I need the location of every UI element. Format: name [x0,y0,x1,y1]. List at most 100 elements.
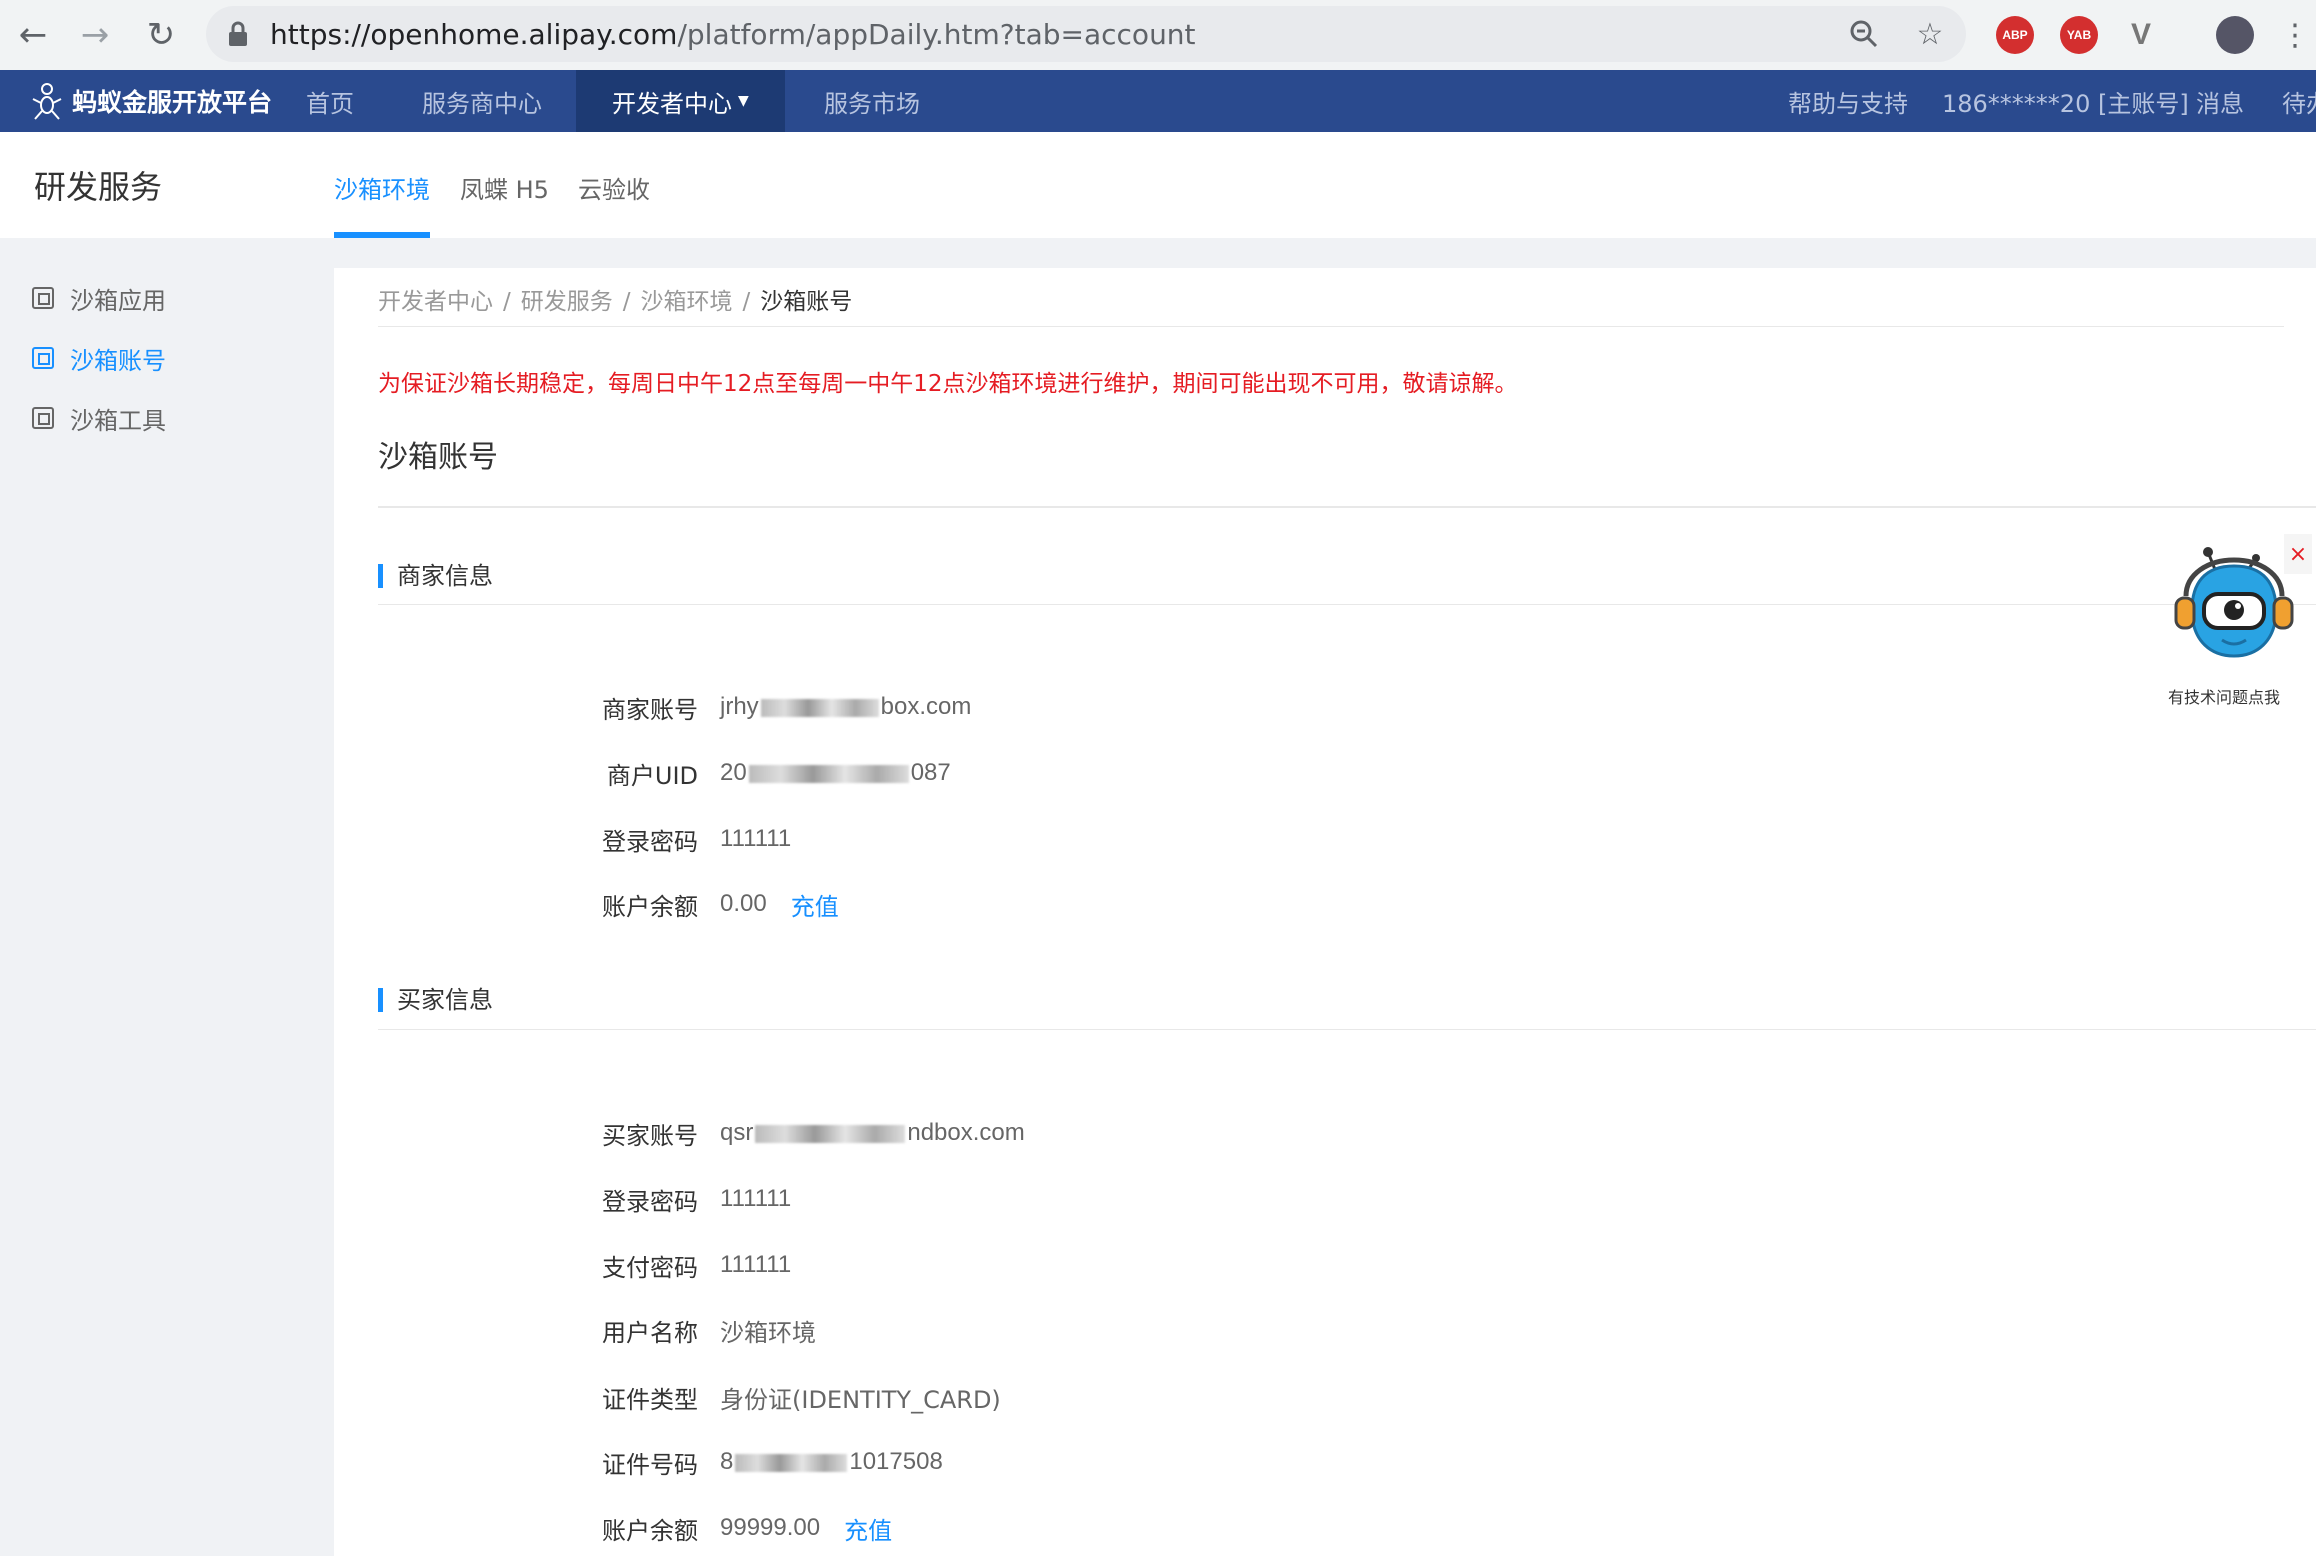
nav-todo[interactable]: 待办 [2282,70,2316,132]
field-label: 登录密码 [602,1187,698,1216]
value-suffix: 087 [910,759,951,786]
value-prefix: qsr [720,1119,754,1146]
redacted-text [760,698,879,717]
nav-home[interactable]: 首页 [306,70,354,132]
field-label: 商家账号 [602,695,698,724]
nav-messages[interactable]: 消息 [2196,70,2244,132]
profile-avatar[interactable] [2216,16,2254,54]
address-bar[interactable]: https://openhome.alipay.com/platform/app… [206,6,1966,62]
buyer-id-number-row: 证件号码 8 1017508 [334,1444,943,1480]
value-prefix: 20 [720,759,747,786]
merchant-password-value: 111111 [720,825,792,852]
app-icon [32,287,54,309]
value-suffix: ndbox.com [907,1119,1025,1146]
adblock-extension-icon[interactable]: ABP [1996,16,2034,54]
breadcrumb: 开发者中心 / 研发服务 / 沙箱环境 / 沙箱账号 [378,282,852,316]
page-title: 沙箱账号 [378,440,498,475]
breadcrumb-developer-center[interactable]: 开发者中心 [378,289,493,315]
merchant-account-value: jrhy box.com [720,693,971,721]
buyer-account-value: qsr ndbox.com [720,1119,1025,1147]
merchant-uid-row: 商户UID 20 087 [334,755,951,791]
ant-logo-icon [32,83,62,120]
platform-logo[interactable]: 蚂蚁金服开放平台 [30,70,272,132]
sidebar-item-sandbox-app[interactable]: 沙箱应用 [32,278,166,318]
back-arrow-icon[interactable]: ← [8,10,58,60]
browser-menu-icon[interactable]: ⋮ [2270,10,2316,60]
buyer-section-title: 买家信息 [378,988,493,1012]
bookmark-star-icon[interactable]: ☆ [1912,16,1948,52]
merchant-account-row: 商家账号 jrhy box.com [334,689,971,725]
caret-down-icon: ▼ [738,93,749,109]
account-icon [32,347,54,369]
merchant-recharge-link[interactable]: 充值 [791,887,839,922]
tools-icon [32,407,54,429]
divider [378,326,2284,327]
top-navigation: 蚂蚁金服开放平台 首页 服务商中心 开发者中心 ▼ 服务市场 帮助与支持 186… [0,70,2316,132]
yab-extension-icon[interactable]: YAB [2060,16,2098,54]
breadcrumb-rd-service[interactable]: 研发服务 [521,289,613,315]
merchant-section-title: 商家信息 [378,564,493,588]
tab-sandbox-env[interactable]: 沙箱环境 [334,170,430,205]
active-tab-indicator [334,232,430,238]
breadcrumb-sandbox-env[interactable]: 沙箱环境 [641,289,733,315]
main-content: 开发者中心 / 研发服务 / 沙箱环境 / 沙箱账号 为保证沙箱长期稳定，每周日中午12点至… [334,268,2316,1556]
section-title: 研发服务 [34,168,163,206]
redacted-text [748,764,909,783]
sidebar-item-sandbox-tools[interactable]: 沙箱工具 [32,398,166,438]
robot-mascot-icon[interactable] [2164,544,2304,684]
browser-toolbar: ← → ↻ https://openhome.alipay.com/platfo… [0,0,2316,70]
field-label: 账户余额 [602,1516,698,1545]
sidebar-item-label: 沙箱工具 [70,406,166,435]
nav-developer-center-label: 开发者中心 [612,89,732,118]
buyer-login-password-row: 登录密码 111111 [334,1181,791,1217]
merchant-uid-value: 20 087 [720,759,951,787]
tab-fengdie-h5[interactable]: 凤蝶 H5 [460,170,549,205]
v-extension-icon[interactable]: V [2122,16,2160,54]
field-label: 证件号码 [602,1450,698,1479]
buyer-id-number-value: 8 1017508 [720,1448,943,1476]
field-label: 用户名称 [602,1318,698,1347]
zoom-icon[interactable] [1846,16,1882,52]
nav-help[interactable]: 帮助与支持 [1788,70,1908,132]
tab-cloud-acceptance[interactable]: 云验收 [578,170,650,205]
sidebar-item-sandbox-account[interactable]: 沙箱账号 [32,338,166,378]
value-prefix: 8 [720,1448,734,1475]
divider [378,506,2316,508]
field-label: 证件类型 [602,1385,698,1414]
field-label: 支付密码 [602,1253,698,1282]
buyer-login-password-value: 111111 [720,1185,792,1212]
breadcrumb-separator: / [503,289,511,315]
value-prefix: jrhy [720,693,759,720]
maintenance-notice: 为保证沙箱长期稳定，每周日中午12点至每周一中午12点沙箱环境进行维护，期间可能… [378,371,1518,397]
buyer-pay-password-value: 111111 [720,1251,792,1278]
url-host: https://openhome.alipay.com [270,18,678,51]
nav-account[interactable]: 186******20 [主账号] [1942,70,2189,132]
field-label: 账户余额 [602,892,698,921]
buyer-recharge-link[interactable]: 充值 [844,1511,892,1546]
breadcrumb-separator: / [622,289,631,315]
buyer-balance-row: 账户余额 99999.00 充值 [334,1510,892,1546]
sidebar-item-label: 沙箱应用 [70,286,166,315]
nav-provider-center[interactable]: 服务商中心 [422,70,542,132]
bot-caption[interactable]: 有技术问题点我 [2168,684,2280,708]
merchant-balance-row: 账户余额 0.00 充值 [334,886,839,922]
redacted-text [755,1124,906,1143]
breadcrumb-separator: / [742,289,751,315]
url-text: https://openhome.alipay.com/platform/app… [270,18,1196,51]
value-suffix: box.com [880,693,972,720]
breadcrumb-current: 沙箱账号 [760,289,853,315]
nav-developer-center[interactable]: 开发者中心 ▼ [576,70,785,132]
forward-arrow-icon[interactable]: → [70,10,120,60]
sidebar-item-label: 沙箱账号 [70,346,166,375]
nav-service-market[interactable]: 服务市场 [824,70,920,132]
divider [378,604,2316,605]
buyer-pay-password-row: 支付密码 111111 [334,1247,791,1283]
field-label: 商户UID [606,761,698,790]
buyer-username-row: 用户名称 沙箱环境 [334,1312,816,1348]
support-bot-widget[interactable]: × 有技术问题点我 [2160,534,2316,714]
buyer-username-value: 沙箱环境 [720,1318,816,1347]
divider [378,1029,2316,1030]
merchant-balance-value: 0.00 [720,890,767,917]
reload-icon[interactable]: ↻ [136,10,186,60]
buyer-account-row: 买家账号 qsr ndbox.com [334,1115,1025,1151]
